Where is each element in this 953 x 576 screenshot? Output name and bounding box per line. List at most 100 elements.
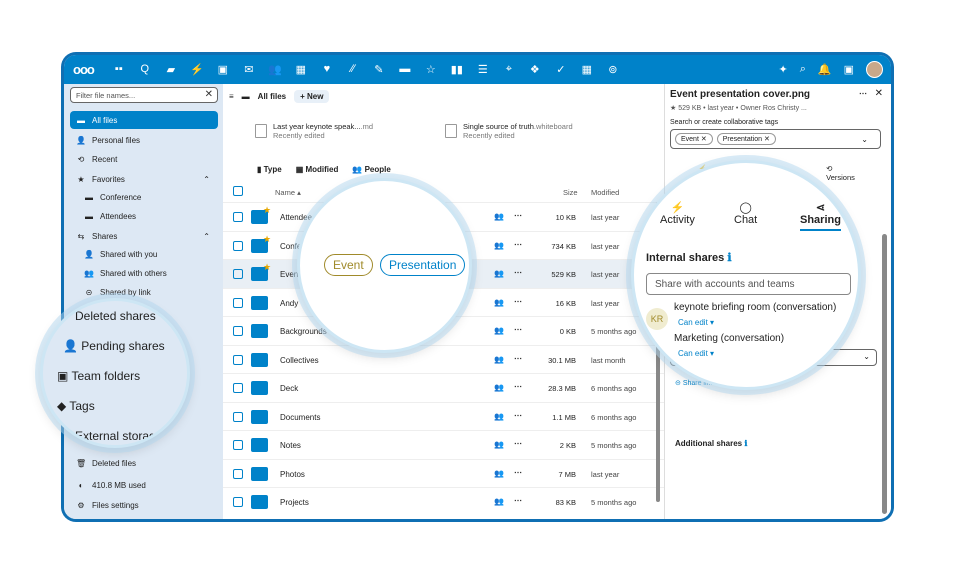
file-name[interactable]: Projects xyxy=(280,498,309,507)
scrollbar[interactable] xyxy=(882,234,887,514)
sidebar-item-attendees[interactable]: ▬ Attendees xyxy=(70,207,218,225)
sidebar-item-conference[interactable]: ▬ Conference xyxy=(70,188,218,206)
share-permission[interactable]: Can edit ▾ xyxy=(678,349,714,358)
app-icon[interactable]: 👥 xyxy=(262,63,288,76)
share-icon[interactable]: 👥 xyxy=(494,412,504,421)
tag-presentation[interactable]: Presentation xyxy=(380,254,466,276)
more-icon[interactable]: ⋯ xyxy=(514,297,522,306)
app-icon[interactable]: ▬ xyxy=(392,63,418,76)
app-icon[interactable]: ☆ xyxy=(418,63,444,76)
app-icon[interactable]: ▮▮ xyxy=(444,63,470,76)
row-checkbox[interactable] xyxy=(233,440,243,450)
recent-file[interactable]: Single source of truth.whiteboard Recentl… xyxy=(445,122,573,140)
search-icon[interactable]: ⌕ xyxy=(800,63,806,76)
more-icon[interactable]: ⋯ xyxy=(514,496,522,505)
recent-file[interactable]: Last year keynote speak....md Recently ed… xyxy=(255,122,373,140)
sidebar-item-recent[interactable]: ⟲ Recent xyxy=(70,150,218,168)
chevron-up-icon[interactable]: ⌃ xyxy=(203,232,210,241)
sidebar-item-shared-with-you[interactable]: 👤 Shared with you xyxy=(70,245,218,263)
row-checkbox[interactable] xyxy=(233,212,243,222)
share-icon[interactable]: 👥 xyxy=(494,212,504,221)
breadcrumb-all-files[interactable]: All files xyxy=(258,92,286,101)
share-icon[interactable]: 👥 xyxy=(494,383,504,392)
additional-shares[interactable]: Additional shares ℹ xyxy=(675,439,747,448)
contacts-icon[interactable]: ▣ xyxy=(844,63,854,76)
app-icon[interactable]: ⚡ xyxy=(184,63,210,76)
sidebar-item-personal[interactable]: 👤 Personal files xyxy=(70,131,218,149)
column-name[interactable]: Name ▴ xyxy=(275,188,301,197)
sidebar-item-favorites[interactable]: ★ Favorites ⌃ xyxy=(70,170,218,188)
row-checkbox[interactable] xyxy=(233,411,243,422)
more-icon[interactable]: ⋯ xyxy=(514,439,522,448)
sidebar-item-team-folders[interactable]: ▣ Team folders xyxy=(57,369,140,383)
share-icon[interactable]: 👥 xyxy=(494,497,504,506)
app-icon[interactable]: ▣ xyxy=(210,63,236,76)
more-icon[interactable]: ⋯ xyxy=(514,211,522,220)
sidebar-item-pending-shares[interactable]: 👤 Pending shares xyxy=(63,339,165,353)
clear-icon[interactable]: ✕ xyxy=(205,89,213,100)
favorite-star-icon[interactable]: ★ xyxy=(263,234,271,245)
chevron-up-icon[interactable]: ⌃ xyxy=(203,175,210,184)
share-icon[interactable]: 👥 xyxy=(494,469,504,478)
row-checkbox[interactable] xyxy=(233,468,243,479)
sidebar-item-deleted-files[interactable]: 🗑 Deleted files xyxy=(70,454,218,472)
row-checkbox[interactable] xyxy=(233,269,243,279)
more-icon[interactable]: ⋯ xyxy=(514,325,522,334)
share-input[interactable]: Share with accounts and teams xyxy=(646,273,851,295)
info-icon[interactable]: ℹ xyxy=(727,252,731,264)
sidebar-item-shared-with-others[interactable]: 👥 Shared with others xyxy=(70,264,218,282)
filter-input[interactable]: Filter file names... ✕ xyxy=(70,87,218,103)
app-icon[interactable]: ∕∕ xyxy=(340,63,366,76)
app-icon[interactable]: ▦ xyxy=(288,63,314,76)
app-icon[interactable]: ☰ xyxy=(470,63,496,76)
avatar[interactable] xyxy=(866,61,883,78)
file-name[interactable]: Andy xyxy=(280,299,298,308)
more-icon[interactable]: ⋯ xyxy=(514,411,522,420)
more-icon[interactable]: ⋯ xyxy=(514,268,522,277)
filter-type[interactable]: ▮ Type xyxy=(257,165,282,174)
share-permission[interactable]: Can edit ▾ xyxy=(678,318,714,327)
tags-input[interactable]: Event ✕ Presentation ✕ ⌄ xyxy=(670,129,881,149)
app-icon[interactable]: ✓ xyxy=(548,63,574,76)
share-icon[interactable]: 👥 xyxy=(494,355,504,364)
nextcloud-logo[interactable]: ooo xyxy=(73,62,95,77)
row-checkbox[interactable] xyxy=(233,326,243,336)
favorite-star-icon[interactable]: ★ xyxy=(263,262,271,273)
notifications-icon[interactable]: 🔔 xyxy=(818,63,832,76)
row-checkbox[interactable] xyxy=(233,497,243,507)
row-checkbox[interactable] xyxy=(233,297,243,308)
tag-chip[interactable]: Event ✕ xyxy=(675,133,713,145)
share-icon[interactable]: 👥 xyxy=(494,440,504,449)
row-checkbox[interactable] xyxy=(233,383,243,393)
column-size[interactable]: Size xyxy=(563,188,578,197)
app-icon[interactable]: ❖ xyxy=(522,63,548,76)
file-name[interactable]: Photos xyxy=(280,470,305,479)
files-app-icon[interactable]: ▰ xyxy=(158,63,184,76)
table-row[interactable]: Photos 👥 ⋯ 7 MB last year xyxy=(223,458,664,488)
app-icon[interactable]: ✎ xyxy=(366,63,392,76)
new-button[interactable]: + New xyxy=(294,90,330,103)
table-row[interactable]: Notes 👥 ⋯ 2 KB 5 months ago xyxy=(223,430,664,459)
sidebar-item-tags[interactable]: ◆ Tags xyxy=(57,399,95,413)
filter-modified[interactable]: ▦ Modified xyxy=(296,165,339,174)
tab-versions[interactable]: ⟲ Versions xyxy=(826,164,855,182)
app-icon[interactable]: ✉ xyxy=(236,63,262,76)
table-row[interactable]: Projects 👥 ⋯ 83 KB 5 months ago xyxy=(223,487,664,516)
favorite-star-icon[interactable]: ★ xyxy=(263,205,271,216)
file-name[interactable]: Notes xyxy=(280,441,301,450)
sidebar-item-settings[interactable]: ⚙ Files settings xyxy=(70,496,218,514)
app-icon[interactable]: ⌖ xyxy=(496,63,522,76)
assistant-icon[interactable]: ✦ xyxy=(779,63,788,76)
column-modified[interactable]: Modified xyxy=(591,188,619,197)
share-icon[interactable]: 👥 xyxy=(494,298,504,307)
filter-people[interactable]: 👥 People xyxy=(352,165,390,174)
file-name[interactable]: Deck xyxy=(280,384,298,393)
file-name[interactable]: Documents xyxy=(280,413,320,422)
app-icon[interactable]: ♥ xyxy=(314,63,340,76)
share-icon[interactable]: 👥 xyxy=(494,269,504,278)
more-icon[interactable]: ⋯ xyxy=(859,89,867,98)
more-icon[interactable]: ⋯ xyxy=(514,240,522,249)
tab-chat[interactable]: ◯ Chat xyxy=(734,201,757,226)
table-row[interactable]: Collectives 👥 ⋯ 30.1 MB last month xyxy=(223,344,664,374)
app-icon[interactable]: Q xyxy=(132,63,158,76)
